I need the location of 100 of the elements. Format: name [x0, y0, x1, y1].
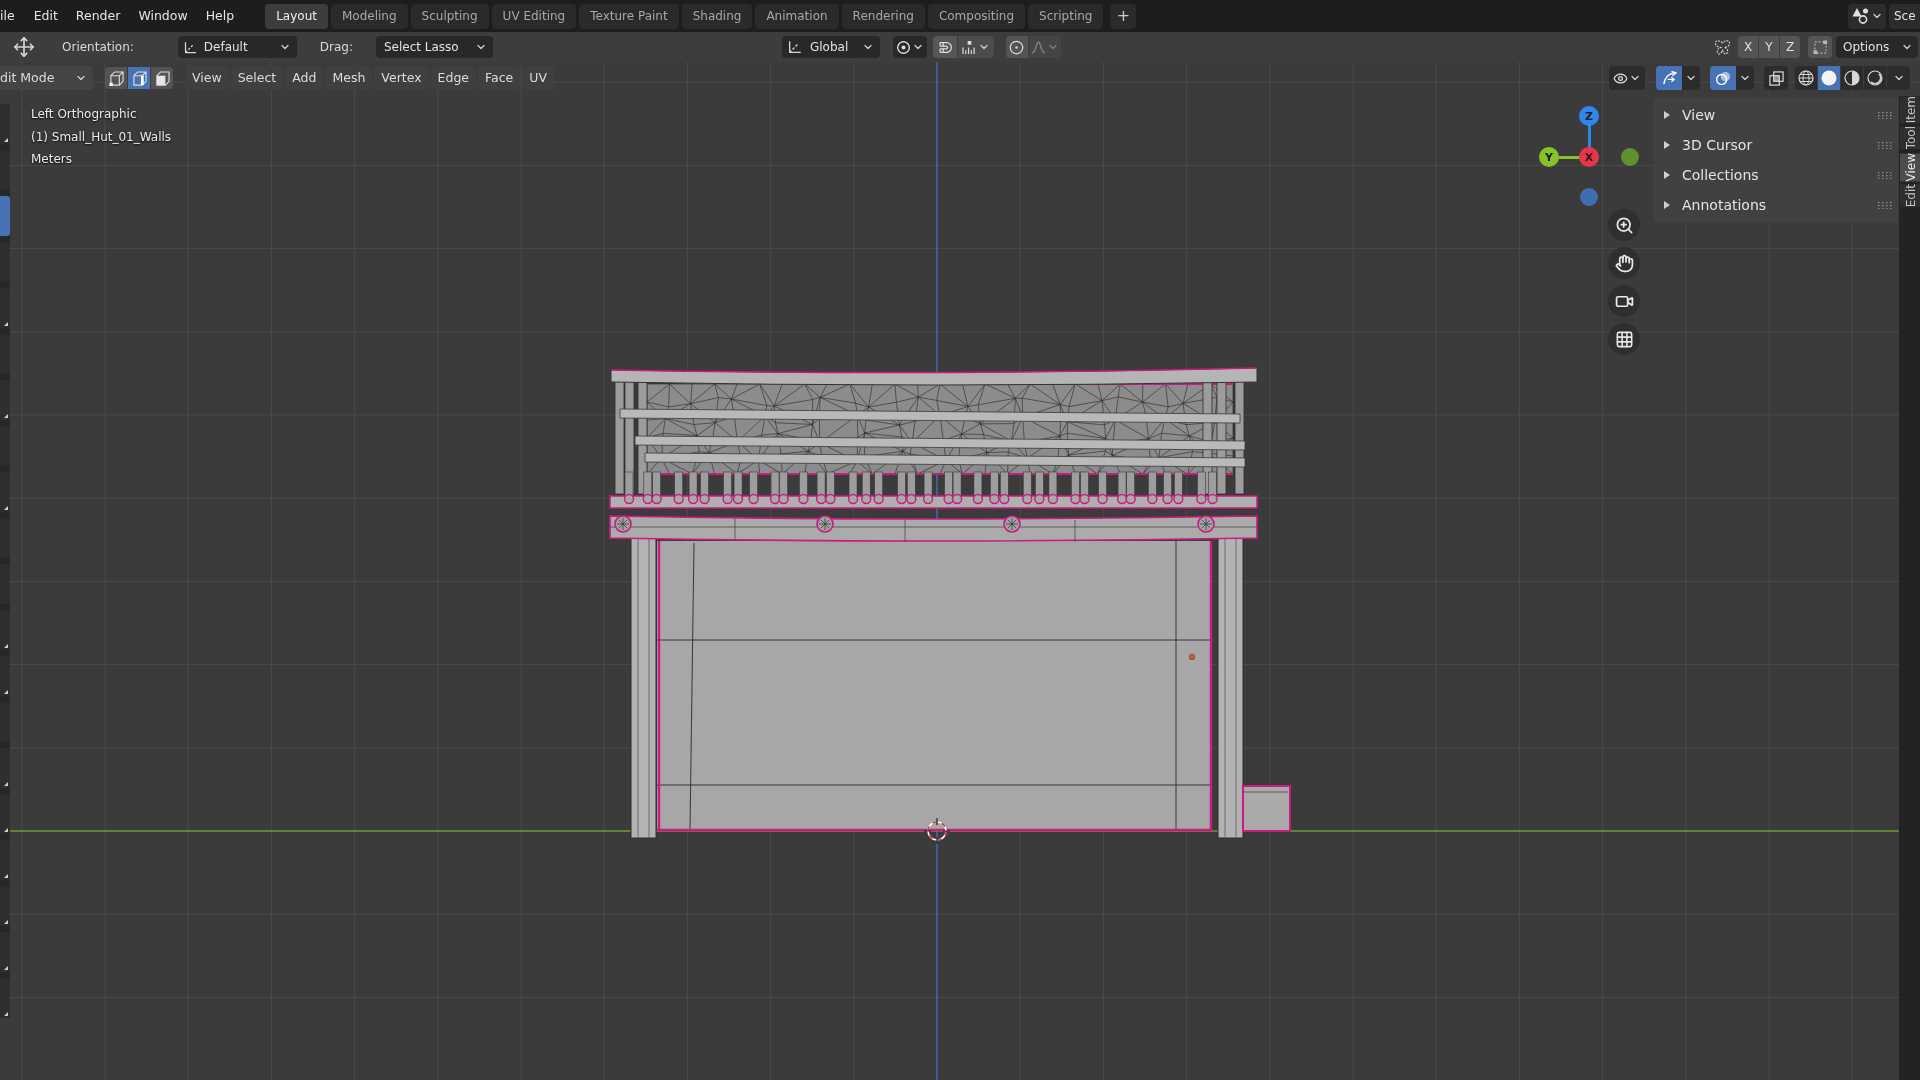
snap-toggle[interactable] — [933, 36, 957, 58]
sidebar-tab[interactable]: Tool — [1900, 126, 1920, 150]
options-dropdown[interactable]: Options — [1836, 36, 1918, 58]
select-mode-toggle[interactable] — [151, 67, 173, 89]
axis-handle[interactable]: Z — [1579, 106, 1599, 126]
header-menu-item[interactable]: Mesh — [325, 66, 373, 90]
drag-handle-icon — [1878, 171, 1892, 179]
eye-icon — [1613, 70, 1628, 86]
panel-header[interactable]: 3D Cursor — [1653, 130, 1898, 160]
workspace-tab[interactable]: Modeling — [330, 3, 408, 29]
workspace-tab[interactable]: Texture Paint — [579, 3, 679, 29]
orientation-dropdown[interactable]: Default — [177, 36, 297, 58]
snap-increment-icon — [962, 40, 977, 54]
pan-button[interactable] — [1608, 247, 1640, 279]
menu-item[interactable]: Window — [129, 4, 197, 28]
corner-triangle-icon — [4, 690, 8, 694]
menu-item[interactable]: Help — [196, 4, 244, 28]
panel-header[interactable]: View — [1653, 100, 1898, 130]
tool-button[interactable] — [0, 656, 10, 696]
tool-button[interactable] — [0, 978, 10, 1018]
menu-item[interactable]: Render — [66, 4, 130, 28]
scene-selector-button[interactable] — [1848, 3, 1886, 29]
automerge-toggle[interactable] — [1808, 36, 1832, 58]
shading-mode-toggle[interactable] — [1818, 66, 1840, 90]
workspace-tab[interactable]: Layout — [265, 3, 328, 29]
tool-button[interactable] — [0, 794, 10, 834]
axis-handle[interactable]: Y — [1539, 147, 1559, 167]
selectability-dropdown[interactable] — [1609, 66, 1645, 90]
disclosure-triangle-icon — [1663, 171, 1671, 179]
tool-button[interactable] — [0, 104, 10, 144]
drag-handle-icon — [1878, 201, 1892, 209]
wireframe-sphere-icon — [1798, 70, 1814, 86]
corner-triangle-icon — [4, 644, 8, 648]
shading-mode-toggle[interactable] — [1864, 66, 1886, 90]
workspace-tab[interactable]: Rendering — [841, 3, 925, 29]
tool-button[interactable] — [0, 610, 10, 650]
overlay-circles-icon — [1715, 70, 1731, 86]
gizmo-toggle[interactable] — [1656, 66, 1682, 90]
proportional-editing-toggle[interactable] — [1006, 36, 1028, 58]
workspace-tab[interactable]: UV Editing — [491, 3, 577, 29]
tool-button[interactable] — [0, 380, 10, 420]
tool-button[interactable] — [0, 932, 10, 972]
header-menu-item[interactable]: UV — [522, 66, 554, 90]
mirror-axis-toggle[interactable]: Y — [1759, 36, 1779, 58]
axis-handle[interactable]: X — [1579, 147, 1599, 167]
tool-button[interactable] — [0, 288, 10, 328]
corner-triangle-icon — [4, 828, 8, 832]
select-mode-toggle[interactable] — [105, 67, 127, 89]
camera-view-button[interactable] — [1608, 285, 1640, 317]
select-mode-toggle[interactable] — [128, 67, 150, 89]
mirror-axis-toggle[interactable]: X — [1738, 36, 1758, 58]
tool-button[interactable] — [0, 886, 10, 926]
scene-name-field[interactable]: Sce — [1889, 3, 1920, 29]
workspace-tab[interactable]: Shading — [681, 3, 753, 29]
add-workspace-button[interactable]: + — [1110, 3, 1137, 29]
menu-item[interactable]: Edit — [24, 4, 67, 28]
sidebar-tab[interactable]: Edit — [1900, 184, 1920, 208]
panel-header[interactable]: Annotations — [1653, 190, 1898, 220]
corner-triangle-icon — [4, 920, 8, 924]
overlays-toggle[interactable] — [1710, 66, 1736, 90]
header-menu-item[interactable]: Add — [285, 66, 324, 90]
mirror-axis-toggle[interactable]: Z — [1780, 36, 1800, 58]
gizmo-options-dropdown[interactable] — [1682, 66, 1700, 90]
pivot-point-dropdown[interactable] — [893, 36, 927, 58]
xray-toggle[interactable] — [1764, 66, 1788, 90]
pivot-ring-icon — [896, 39, 911, 55]
face-select-icon — [154, 70, 170, 86]
disclosure-triangle-icon — [1663, 141, 1671, 149]
corner-triangle-icon — [4, 138, 8, 142]
zoom-button[interactable] — [1608, 209, 1640, 241]
workspace-tab[interactable]: Animation — [755, 3, 839, 29]
workspace-tab[interactable]: Sculpting — [410, 3, 489, 29]
workspace-tab[interactable]: Scripting — [1028, 3, 1104, 29]
tool-button[interactable] — [0, 748, 10, 788]
header-menu-item[interactable]: Face — [478, 66, 521, 90]
workspace-tab[interactable]: Compositing — [927, 3, 1026, 29]
header-menu-item[interactable]: Vertex — [374, 66, 429, 90]
menu-item[interactable]: ile — [0, 4, 25, 28]
overlays-options-dropdown[interactable] — [1736, 66, 1754, 90]
header-menu-item[interactable]: Edge — [430, 66, 476, 90]
shading-mode-toggle[interactable] — [1841, 66, 1863, 90]
corner-triangle-icon — [4, 322, 8, 326]
header-menu-item[interactable]: Select — [230, 66, 284, 90]
shading-options-dropdown[interactable] — [1887, 66, 1910, 90]
3d-cursor-icon — [924, 818, 950, 844]
mode-dropdown[interactable]: dit Mode — [0, 66, 93, 90]
drag-dropdown[interactable]: Select Lasso — [376, 36, 493, 58]
header-menu-item[interactable]: View — [185, 66, 229, 90]
sidebar-tab[interactable]: View — [1900, 152, 1920, 182]
solid-sphere-icon — [1821, 70, 1837, 86]
transform-orientation-dropdown[interactable]: Global — [782, 36, 880, 58]
shading-mode-toggle[interactable] — [1795, 66, 1817, 90]
tool-button[interactable] — [0, 840, 10, 880]
panel-header[interactable]: Collections — [1653, 160, 1898, 190]
snap-target-dropdown[interactable] — [958, 36, 994, 58]
perspective-toggle-button[interactable] — [1608, 323, 1640, 355]
sidebar-tab[interactable]: Item — [1900, 96, 1920, 124]
corner-triangle-icon — [4, 874, 8, 878]
tool-button[interactable] — [0, 472, 10, 512]
edge-select-icon — [131, 70, 147, 86]
